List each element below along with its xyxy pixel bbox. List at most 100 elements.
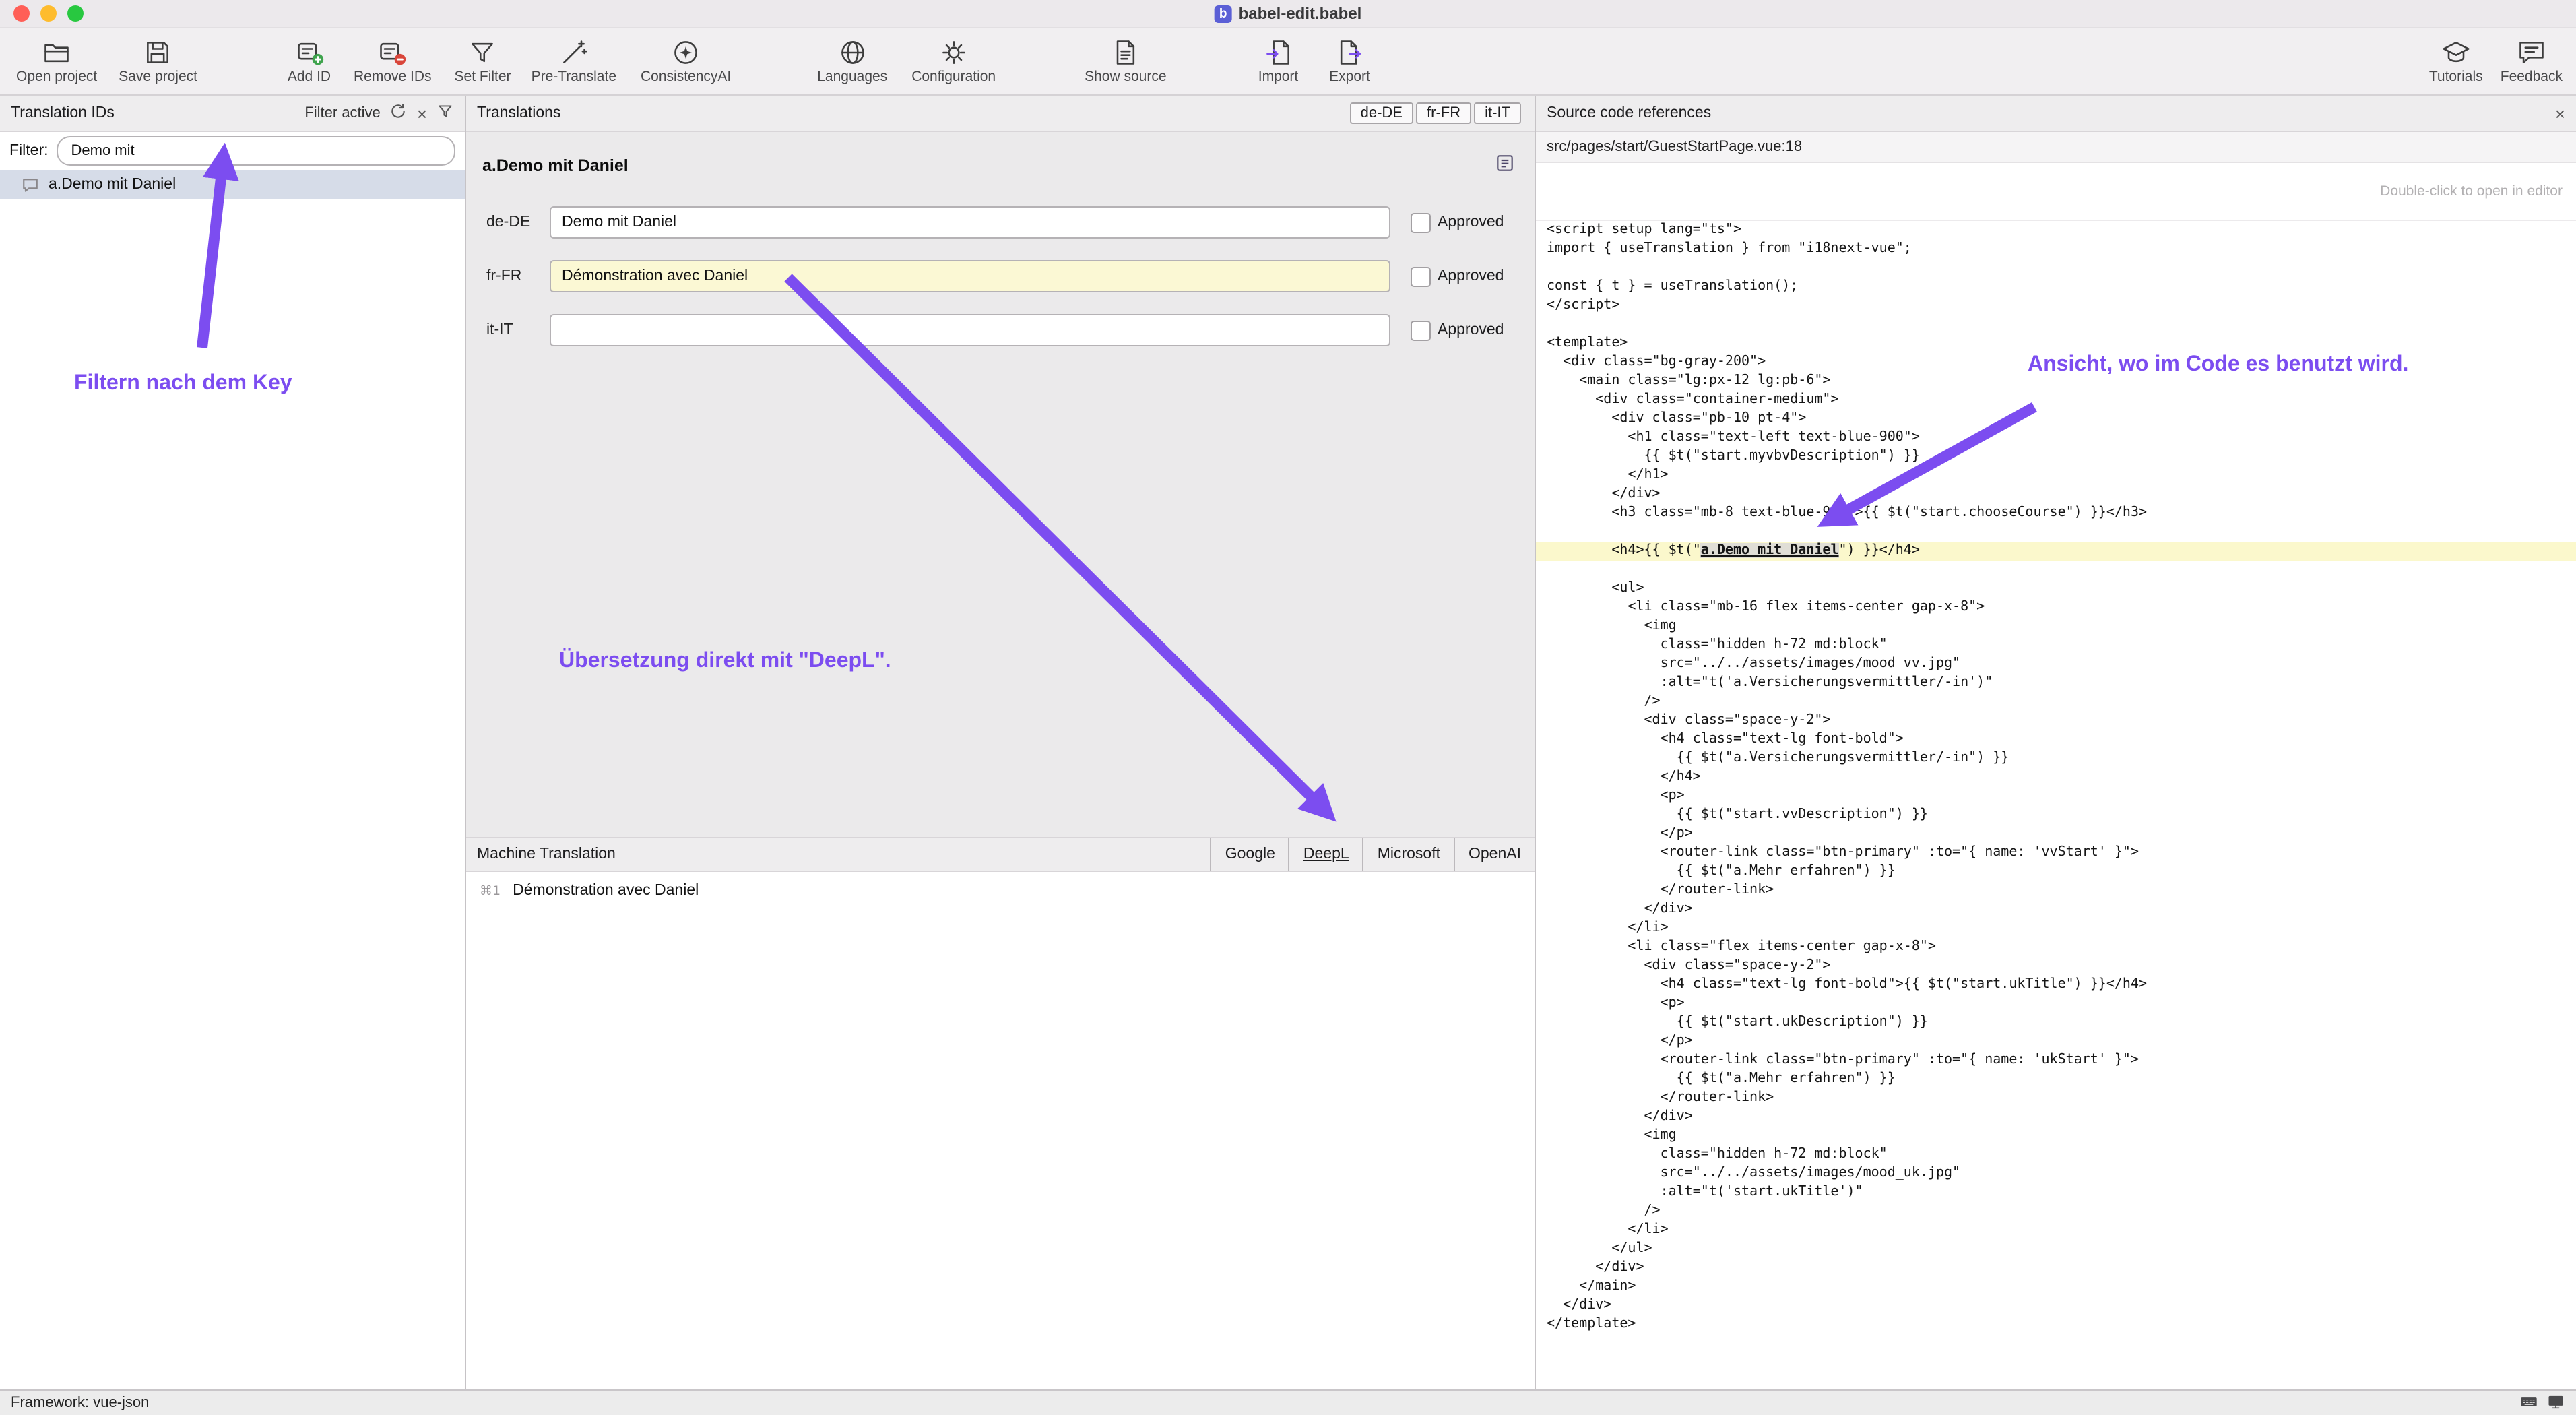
- approved-checkbox[interactable]: [1411, 266, 1431, 286]
- code-line: </main>: [1536, 1278, 2576, 1296]
- approved-checkbox[interactable]: [1411, 212, 1431, 232]
- minimize-window-button[interactable]: [40, 5, 57, 22]
- code-line: :alt="t('a.Versicherungsvermittler/-in')…: [1536, 674, 2576, 693]
- translation-row-fr-FR: fr-FRApproved: [466, 253, 1535, 299]
- language-tab-fr-FR[interactable]: fr-FR: [1416, 102, 1471, 124]
- code-line: <img: [1536, 1127, 2576, 1145]
- remove-ids-icon: [378, 36, 408, 68]
- toolbar-save-project[interactable]: Save project: [113, 28, 203, 92]
- filter-toggle-icon[interactable]: [437, 102, 454, 124]
- toolbar-configuration[interactable]: Configuration: [906, 28, 1001, 92]
- mt-tab-microsoft[interactable]: Microsoft: [1363, 838, 1454, 871]
- code-line: <script setup lang="ts">: [1536, 221, 2576, 240]
- code-line: />: [1536, 693, 2576, 712]
- statusbar: Framework: vue-json: [0, 1389, 2576, 1415]
- toolbar-label: Import: [1258, 68, 1299, 84]
- comment-icon[interactable]: [1494, 152, 1516, 180]
- filter-input[interactable]: [57, 136, 456, 166]
- code-line: </p>: [1536, 1032, 2576, 1051]
- consistency-ai-icon: [671, 36, 701, 68]
- code-line: <ul>: [1536, 579, 2576, 598]
- clear-filter-icon[interactable]: ×: [417, 104, 427, 122]
- source-file-reference[interactable]: src/pages/start/GuestStartPage.vue:18: [1536, 132, 2576, 163]
- code-line: import { useTranslation } from "i18next-…: [1536, 240, 2576, 259]
- translation-id-list: a.Demo mit Daniel: [0, 170, 465, 199]
- app-icon: b: [1215, 5, 1232, 22]
- toolbar-label: Set Filter: [455, 68, 511, 84]
- translation-row-it-IT: it-ITApproved: [466, 307, 1535, 353]
- toolbar-consistencyai[interactable]: ConsistencyAI: [635, 28, 736, 92]
- machine-translation-header: Machine Translation GoogleDeepLMicrosoft…: [466, 837, 1535, 872]
- code-line: <li class="flex items-center gap-x-8">: [1536, 938, 2576, 957]
- close-window-button[interactable]: [13, 5, 30, 22]
- folder-open-icon: [42, 36, 71, 68]
- language-tab-de-DE[interactable]: de-DE: [1350, 102, 1413, 124]
- code-line: {{ $t("start.myvbvDescription") }}: [1536, 447, 2576, 466]
- add-id-icon: [294, 36, 324, 68]
- machine-translation-title: Machine Translation: [477, 846, 616, 862]
- open-in-editor-hint: Double-click to open in editor: [1536, 163, 2576, 221]
- code-line: <h4>{{ $t("a.Demo mit Daniel") }}</h4>: [1536, 542, 2576, 561]
- mt-tab-openai[interactable]: OpenAI: [1454, 838, 1535, 871]
- filter-label: Filter:: [9, 143, 49, 159]
- code-line: <template>: [1536, 334, 2576, 353]
- filter-icon: [468, 36, 498, 68]
- approved-label: Approved: [1438, 214, 1504, 230]
- code-line: </div>: [1536, 900, 2576, 919]
- code-line: />: [1536, 1202, 2576, 1221]
- code-line: </li>: [1536, 919, 2576, 938]
- machine-translation-tabs: GoogleDeepLMicrosoftOpenAI: [1211, 838, 1535, 871]
- code-line: </router-link>: [1536, 1089, 2576, 1108]
- toolbar-set-filter[interactable]: Set Filter: [449, 28, 517, 92]
- export-icon: [1335, 36, 1365, 68]
- toolbar-pre-translate[interactable]: Pre-Translate: [526, 28, 622, 92]
- zoom-window-button[interactable]: [67, 5, 84, 22]
- language-label: it-IT: [486, 322, 543, 338]
- code-line: [1536, 259, 2576, 278]
- translation-row-de-DE: de-DEApproved: [466, 199, 1535, 245]
- toolbar-import[interactable]: Import: [1246, 28, 1311, 92]
- toolbar-feedback[interactable]: Feedback: [2495, 28, 2568, 92]
- refresh-filter-icon[interactable]: [390, 102, 408, 124]
- toolbar-show-source[interactable]: Show source: [1079, 28, 1171, 92]
- toolbar-export[interactable]: Export: [1318, 28, 1382, 92]
- approved-checkbox[interactable]: [1411, 320, 1431, 340]
- toolbar-open-project[interactable]: Open project: [11, 28, 102, 92]
- translation-key: a.Demo mit Daniel: [482, 156, 629, 175]
- translation-id-item[interactable]: a.Demo mit Daniel: [0, 170, 465, 199]
- save-icon: [143, 36, 173, 68]
- toolbar-label: Feedback: [2501, 68, 2563, 84]
- code-line: <router-link class="btn-primary" :to="{ …: [1536, 844, 2576, 862]
- code-line: <img: [1536, 617, 2576, 636]
- translation-input-de-DE[interactable]: [550, 206, 1390, 239]
- tutorials-icon: [2441, 36, 2471, 68]
- code-line: </div>: [1536, 1296, 2576, 1315]
- code-line: </template>: [1536, 1315, 2576, 1334]
- close-source-panel-icon[interactable]: ×: [2555, 103, 2565, 123]
- code-line: </li>: [1536, 1221, 2576, 1240]
- mt-tab-deepl[interactable]: DeepL: [1289, 838, 1363, 871]
- language-tabs: de-DEfr-FRit-IT: [1347, 102, 1521, 124]
- translation-input-it-IT[interactable]: [550, 314, 1390, 346]
- filter-row: Filter:: [0, 132, 465, 170]
- toolbar-label: Add ID: [288, 68, 331, 84]
- code-line: </div>: [1536, 485, 2576, 504]
- highlighted-translation-key[interactable]: a.Demo mit Daniel: [1701, 543, 1839, 558]
- mt-tab-google[interactable]: Google: [1211, 838, 1289, 871]
- main-area: Translation IDs Filter active × Filter: …: [0, 96, 2576, 1389]
- language-tab-it-IT[interactable]: it-IT: [1474, 102, 1521, 124]
- code-line: [1536, 523, 2576, 542]
- toolbar-tutorials[interactable]: Tutorials: [2424, 28, 2488, 92]
- translation-input-fr-FR[interactable]: [550, 260, 1390, 292]
- filter-active-label: Filter active: [304, 105, 381, 121]
- toolbar-languages[interactable]: Languages: [812, 28, 893, 92]
- source-code-panel: Source code references × src/pages/start…: [1536, 96, 2576, 1389]
- code-line: const { t } = useTranslation();: [1536, 278, 2576, 296]
- toolbar-remove-ids[interactable]: Remove IDs: [348, 28, 437, 92]
- framework-label: Framework: vue-json: [11, 1395, 149, 1411]
- source-code-header: Source code references ×: [1536, 96, 2576, 132]
- machine-translation-suggestion-row[interactable]: ⌘1 Démonstration avec Daniel: [480, 883, 1535, 899]
- toolbar-label: Save project: [119, 68, 197, 84]
- toolbar-add-id[interactable]: Add ID: [277, 28, 342, 92]
- code-line: {{ $t("start.ukDescription") }}: [1536, 1013, 2576, 1032]
